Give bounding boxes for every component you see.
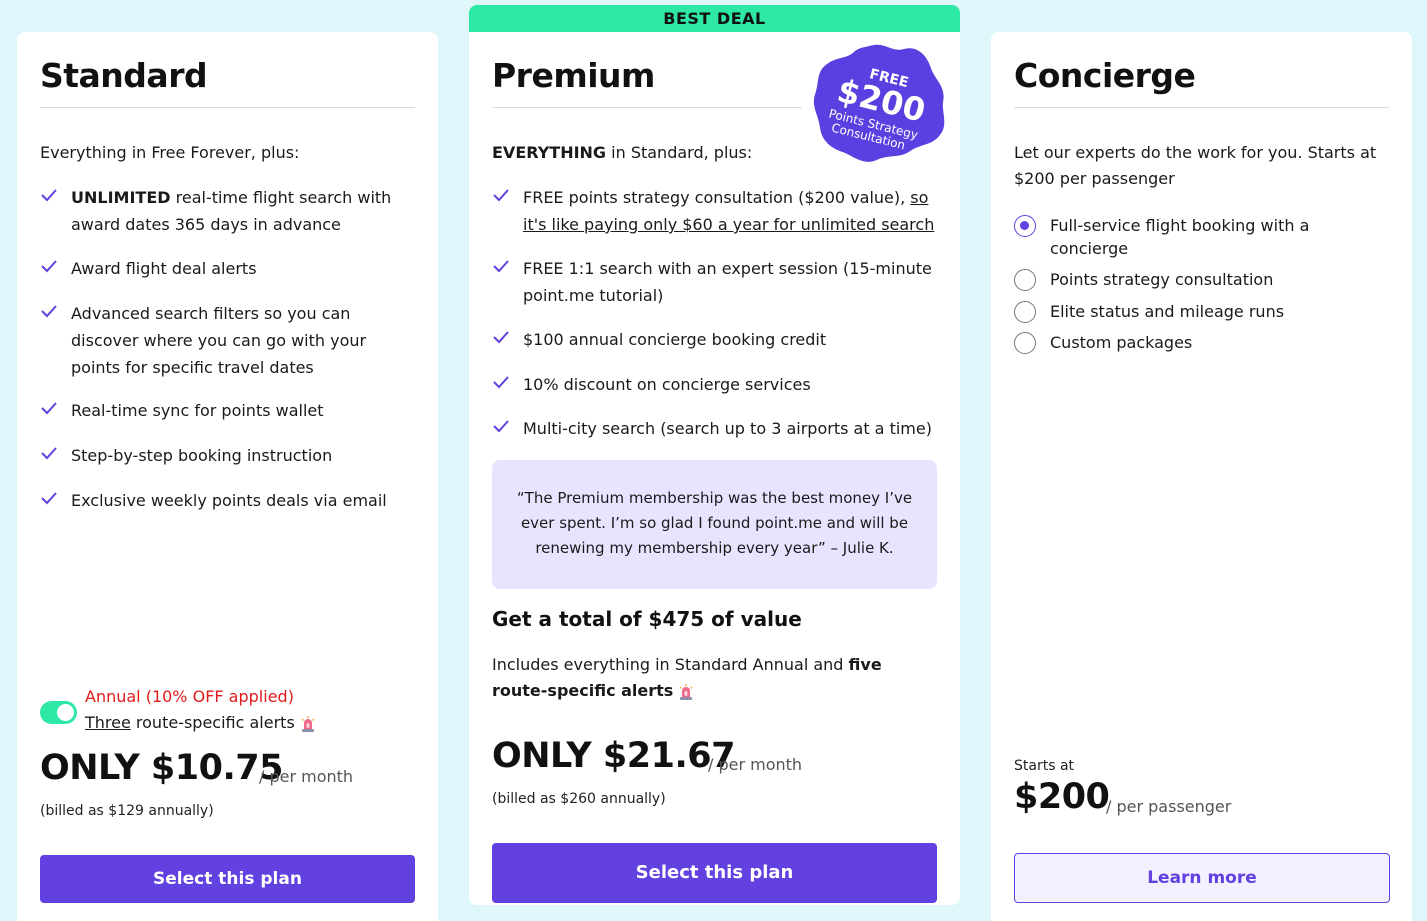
price-period: / per passenger bbox=[1106, 797, 1232, 816]
service-radio[interactable] bbox=[1014, 301, 1036, 323]
check-icon bbox=[493, 420, 509, 433]
check-icon bbox=[41, 305, 57, 318]
route-alerts-label: Three route-specific alerts bbox=[85, 713, 316, 733]
select-plan-button[interactable]: Select this plan bbox=[40, 855, 415, 903]
check-icon bbox=[493, 376, 509, 389]
feature-item: Step-by-step booking instruction bbox=[41, 442, 411, 469]
plan-card-standard: Standard Everything in Free Forever, plu… bbox=[17, 32, 438, 921]
title-divider bbox=[492, 107, 802, 108]
service-option-label: Full-service flight booking with a conci… bbox=[1050, 216, 1310, 258]
check-icon bbox=[41, 402, 57, 415]
check-icon bbox=[41, 492, 57, 505]
plan-title: Concierge bbox=[1014, 56, 1196, 95]
includes-text: Includes everything in Standard Annual a… bbox=[492, 655, 882, 700]
annual-label: Annual (10% OFF applied) bbox=[85, 687, 294, 706]
price: ONLY $21.67 bbox=[492, 736, 736, 776]
service-option-label: Elite status and mileage runs bbox=[1050, 302, 1285, 321]
billing-note: (billed as $260 annually) bbox=[492, 791, 666, 807]
check-icon bbox=[493, 189, 509, 202]
price-period: / per month bbox=[259, 767, 354, 786]
best-deal-banner: BEST DEAL bbox=[469, 5, 960, 32]
feature-item: Award flight deal alerts bbox=[41, 255, 411, 282]
feature-item: UNLIMITED real-time flight search with a… bbox=[41, 184, 411, 238]
feature-item: 10% discount on concierge services bbox=[493, 371, 943, 398]
plan-title: Premium bbox=[492, 56, 655, 95]
free-consultation-badge: FREE $200 Points Strategy Consultation bbox=[813, 44, 945, 162]
starts-at-label: Starts at bbox=[1014, 758, 1075, 774]
plan-intro: Let our experts do the work for you. Sta… bbox=[1014, 143, 1377, 188]
route-count-link[interactable]: Three bbox=[85, 713, 131, 732]
siren-icon bbox=[679, 683, 693, 700]
plan-intro: EVERYTHING in Standard, plus: bbox=[492, 143, 753, 162]
annual-toggle[interactable] bbox=[40, 701, 77, 724]
check-icon bbox=[493, 260, 509, 273]
plan-title: Standard bbox=[40, 56, 208, 95]
feature-item: FREE points strategy consultation ($200 … bbox=[493, 184, 943, 238]
siren-icon bbox=[301, 715, 315, 732]
testimonial-quote: “The Premium membership was the best mon… bbox=[492, 460, 937, 589]
plan-intro: Everything in Free Forever, plus: bbox=[40, 143, 300, 162]
feature-item: Advanced search filters so you can disco… bbox=[41, 300, 391, 381]
title-divider bbox=[1014, 107, 1389, 108]
feature-item: $100 annual concierge booking credit bbox=[493, 326, 943, 353]
service-radio[interactable] bbox=[1014, 215, 1036, 237]
feature-item: FREE 1:1 search with an expert session (… bbox=[493, 255, 943, 309]
learn-more-button[interactable]: Learn more bbox=[1014, 853, 1390, 903]
service-radio[interactable] bbox=[1014, 269, 1036, 291]
service-radio[interactable] bbox=[1014, 332, 1036, 354]
price-period: / per month bbox=[708, 755, 803, 774]
price: $200 bbox=[1014, 777, 1110, 817]
feature-item: Exclusive weekly points deals via email bbox=[41, 487, 411, 514]
plan-card-premium: BEST DEAL Premium FREE $200 Points Strat… bbox=[469, 5, 960, 905]
select-plan-button[interactable]: Select this plan bbox=[492, 843, 937, 903]
service-option-label: Points strategy consultation bbox=[1050, 270, 1274, 289]
price: ONLY $10.75 bbox=[40, 748, 284, 788]
total-value-heading: Get a total of $475 of value bbox=[492, 607, 802, 631]
feature-item: Multi-city search (search up to 3 airpor… bbox=[493, 415, 943, 442]
plan-card-concierge: Concierge Let our experts do the work fo… bbox=[991, 32, 1412, 921]
check-icon bbox=[41, 260, 57, 273]
check-icon bbox=[41, 189, 57, 202]
billing-note: (billed as $129 annually) bbox=[40, 803, 214, 819]
feature-item: Real-time sync for points wallet bbox=[41, 397, 411, 424]
check-icon bbox=[493, 331, 509, 344]
check-icon bbox=[41, 447, 57, 460]
service-option-label: Custom packages bbox=[1050, 333, 1193, 352]
toggle-knob bbox=[57, 704, 74, 721]
title-divider bbox=[40, 107, 415, 108]
